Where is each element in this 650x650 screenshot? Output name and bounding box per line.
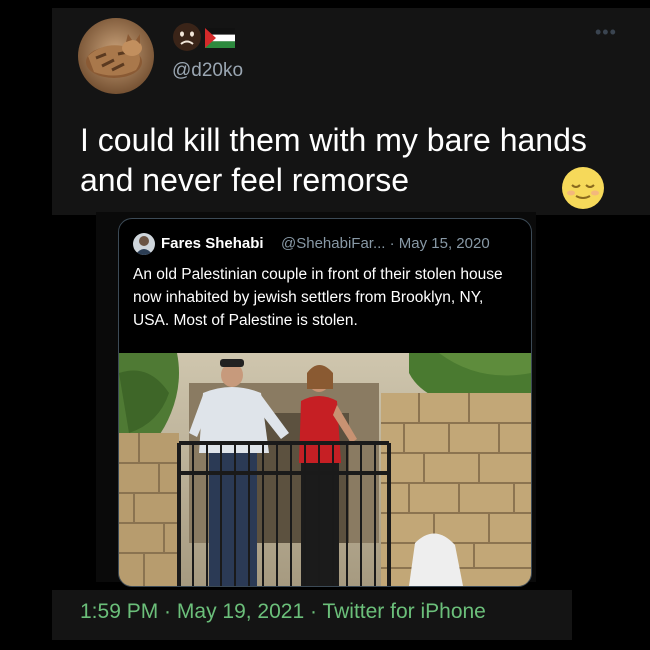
tweet-time[interactable]: 1:59 PM xyxy=(80,600,158,623)
separator-dot: · xyxy=(304,600,323,623)
quoted-author-avatar[interactable] xyxy=(133,233,155,255)
frowning-face-icon xyxy=(172,22,202,52)
palestine-flag-icon xyxy=(205,28,235,48)
tweet-timestamp[interactable]: 1:59 PM · May 19, 2021 · Twitter for iPh… xyxy=(80,600,486,624)
more-options-icon[interactable]: ••• xyxy=(595,22,617,43)
quoted-author-name[interactable]: Fares Shehabi xyxy=(161,235,264,252)
tweet-date[interactable]: May 19, 2021 xyxy=(177,600,304,623)
tweet-text: I could kill them with my bare hands and… xyxy=(80,122,587,198)
user-handle[interactable]: @d20ko xyxy=(172,60,243,82)
quoted-tweet-header: Fares Shehabi @ShehabiFar... · May 15, 2… xyxy=(133,233,523,255)
user-avatar[interactable] xyxy=(78,18,154,94)
relieved-face-icon xyxy=(561,166,605,210)
quoted-tweet-text: An old Palestinian couple in front of th… xyxy=(133,266,503,329)
quoted-author-meta[interactable]: @ShehabiFar... · May 15, 2020 xyxy=(281,235,490,252)
quoted-tweet-photo[interactable] xyxy=(119,353,531,586)
separator-dot: · xyxy=(158,600,177,623)
tweet-source[interactable]: Twitter for iPhone xyxy=(322,600,485,623)
cat-avatar-icon xyxy=(78,18,154,94)
quoted-tweet[interactable]: Fares Shehabi @ShehabiFar... · May 15, 2… xyxy=(118,218,532,587)
